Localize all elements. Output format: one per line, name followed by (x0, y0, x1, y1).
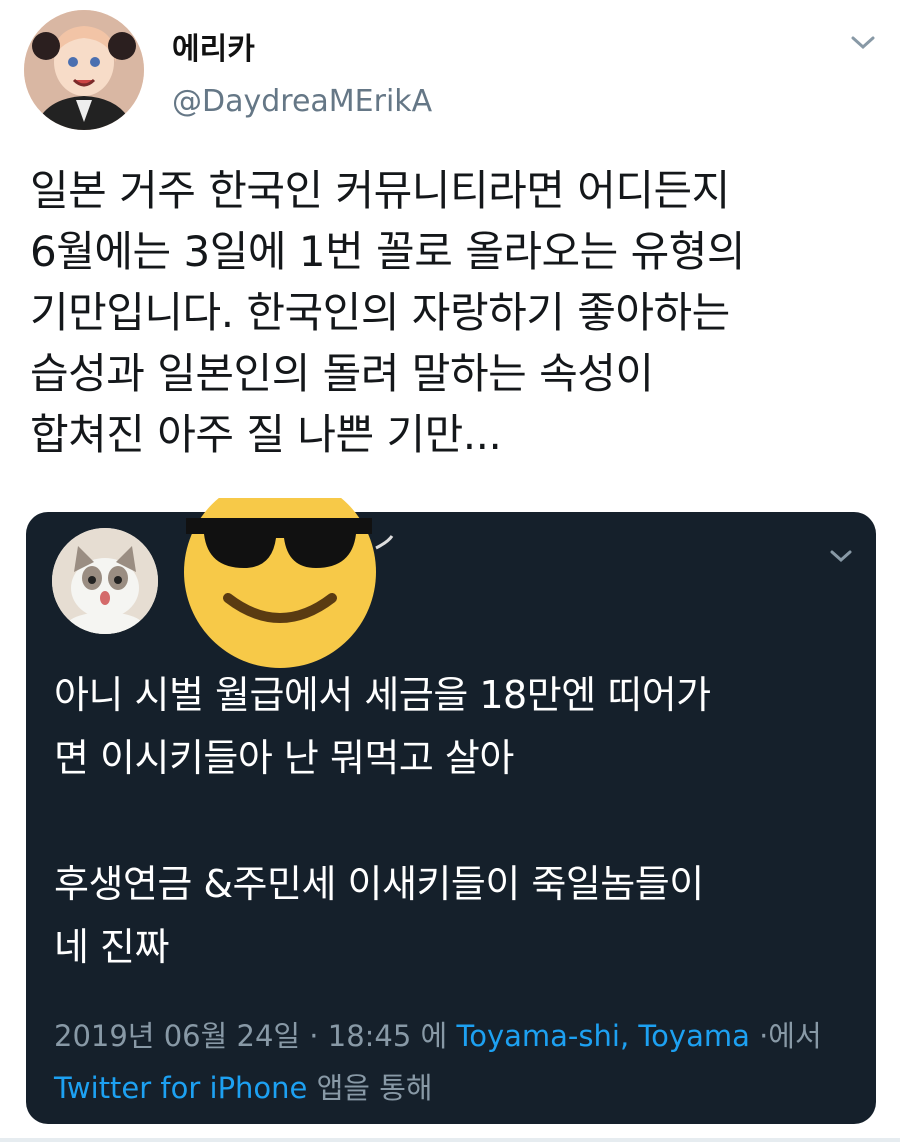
divider (0, 1138, 900, 1142)
meta-separator: · (300, 1019, 328, 1053)
quoted-chevron-down-icon[interactable] (828, 546, 854, 566)
tweet-text: 일본 거주 한국인 커뮤니티라면 어디든지 6월에는 3일에 1번 꼴로 올라오… (30, 166, 746, 459)
sunglasses-emoji-icon (176, 476, 396, 668)
location-link[interactable]: Toyama-shi, Toyama (456, 1019, 749, 1053)
tweet-time: 18:45 (327, 1019, 412, 1053)
user-handle[interactable]: @DaydreaMErikA (172, 84, 432, 119)
quoted-user-avatar[interactable] (52, 528, 158, 634)
tweet-date: 2019년 06월 24일 (54, 1019, 301, 1053)
tweet: 에리카 @DaydreaMErikA 일본 거주 한국인 커뮤니티라면 어디든지… (0, 0, 900, 1142)
quoted-tweet-text: 아니 시벌 월급에서 세금을 18만엔 띠어가 면 이시키들아 난 뭐먹고 살아… (54, 673, 711, 969)
meta-at: 에 (411, 1019, 457, 1053)
cat-avatar-icon (52, 528, 158, 634)
display-name[interactable]: 에리카 (172, 24, 255, 68)
quoted-tweet-meta: 2019년 06월 24일 · 18:45 에 Toyama-shi, Toya… (54, 1010, 854, 1114)
chevron-down-icon[interactable] (848, 30, 878, 54)
location-suffix: ·에서 (749, 1019, 822, 1053)
user-avatar[interactable] (24, 10, 144, 130)
anime-avatar-icon (24, 10, 144, 130)
source-link[interactable]: Twitter for iPhone (54, 1071, 307, 1105)
source-suffix: 앱을 통해 (307, 1071, 433, 1105)
